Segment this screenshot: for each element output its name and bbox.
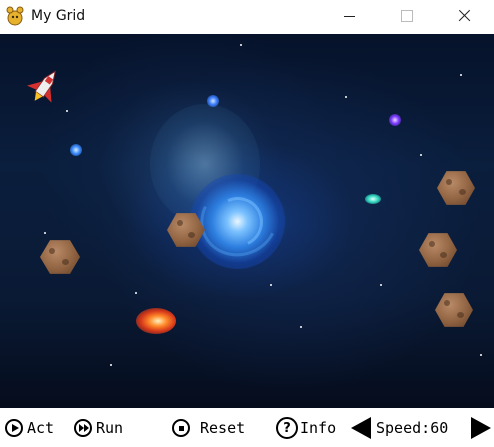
asteroid-icon[interactable] [437,171,475,205]
greenfoot-icon [6,6,24,26]
reset-button[interactable]: Reset [172,417,245,439]
arrow-right-icon [471,417,491,439]
star [420,154,422,156]
purple-star [389,114,401,126]
info-button[interactable]: ? Info [276,417,336,439]
reset-label: Reset [200,419,246,437]
asteroid-icon[interactable] [40,240,80,274]
info-label: Info [300,419,337,437]
arrow-left-icon [351,417,371,439]
speed-display: Speed: 60 [376,417,448,439]
star [44,232,46,234]
star [460,74,462,76]
star [300,326,302,328]
fast-forward-icon [74,419,92,437]
act-label: Act [27,419,55,437]
run-button[interactable]: Run [74,417,123,439]
speed-value: 60 [430,419,449,437]
window-titlebar[interactable]: My Grid [0,0,494,34]
star [480,354,482,356]
blue-star [70,144,82,156]
star [240,44,242,46]
world-canvas[interactable] [0,34,494,408]
explosion-icon [136,308,176,334]
asteroid-icon[interactable] [419,233,457,267]
window-title: My Grid [31,8,86,24]
star [110,364,112,366]
act-button[interactable]: Act [5,417,54,439]
star [270,284,272,286]
star [380,284,382,286]
star [345,96,347,98]
controls-bar: Act Run Reset ? Info Speed: 60 [0,408,494,447]
star [135,292,137,294]
speed-label: Speed: [376,419,431,437]
asteroid-icon[interactable] [435,293,473,327]
close-icon[interactable] [441,0,487,32]
maximize-icon[interactable] [383,0,429,32]
stop-icon [172,419,190,437]
blue-star [207,95,219,107]
play-icon [5,419,23,437]
rocket-icon[interactable] [25,66,65,106]
run-label: Run [96,419,124,437]
comet [365,194,381,204]
minimize-icon[interactable] [326,0,372,32]
star [66,110,68,112]
speed-decrease-button[interactable] [351,417,371,439]
speed-increase-button[interactable] [471,417,491,439]
help-icon: ? [276,417,298,439]
